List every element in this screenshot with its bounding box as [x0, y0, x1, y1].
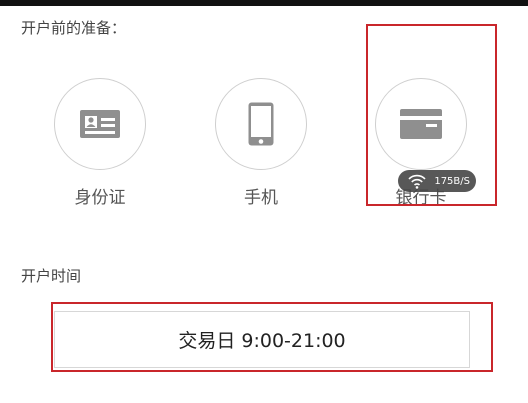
prep-item-phone: 手机	[206, 78, 316, 208]
network-speed-text: 175B/S	[434, 175, 470, 187]
prep-item-label: 身份证	[74, 188, 126, 208]
phone-circle	[215, 78, 307, 170]
trading-hours-highlight-box	[51, 302, 493, 372]
mobile-phone-icon	[248, 102, 274, 146]
id-card-icon	[80, 110, 120, 138]
prep-item-id-card: 身份证	[45, 78, 155, 208]
network-speed-badge: 175B/S	[398, 170, 476, 192]
wifi-icon	[408, 174, 426, 189]
prep-section-title: 开户前的准备：	[21, 19, 127, 37]
status-bar-edge	[0, 0, 528, 6]
hours-section-title: 开户时间	[21, 267, 82, 285]
id-card-circle	[54, 78, 146, 170]
prep-item-label: 手机	[244, 188, 278, 208]
